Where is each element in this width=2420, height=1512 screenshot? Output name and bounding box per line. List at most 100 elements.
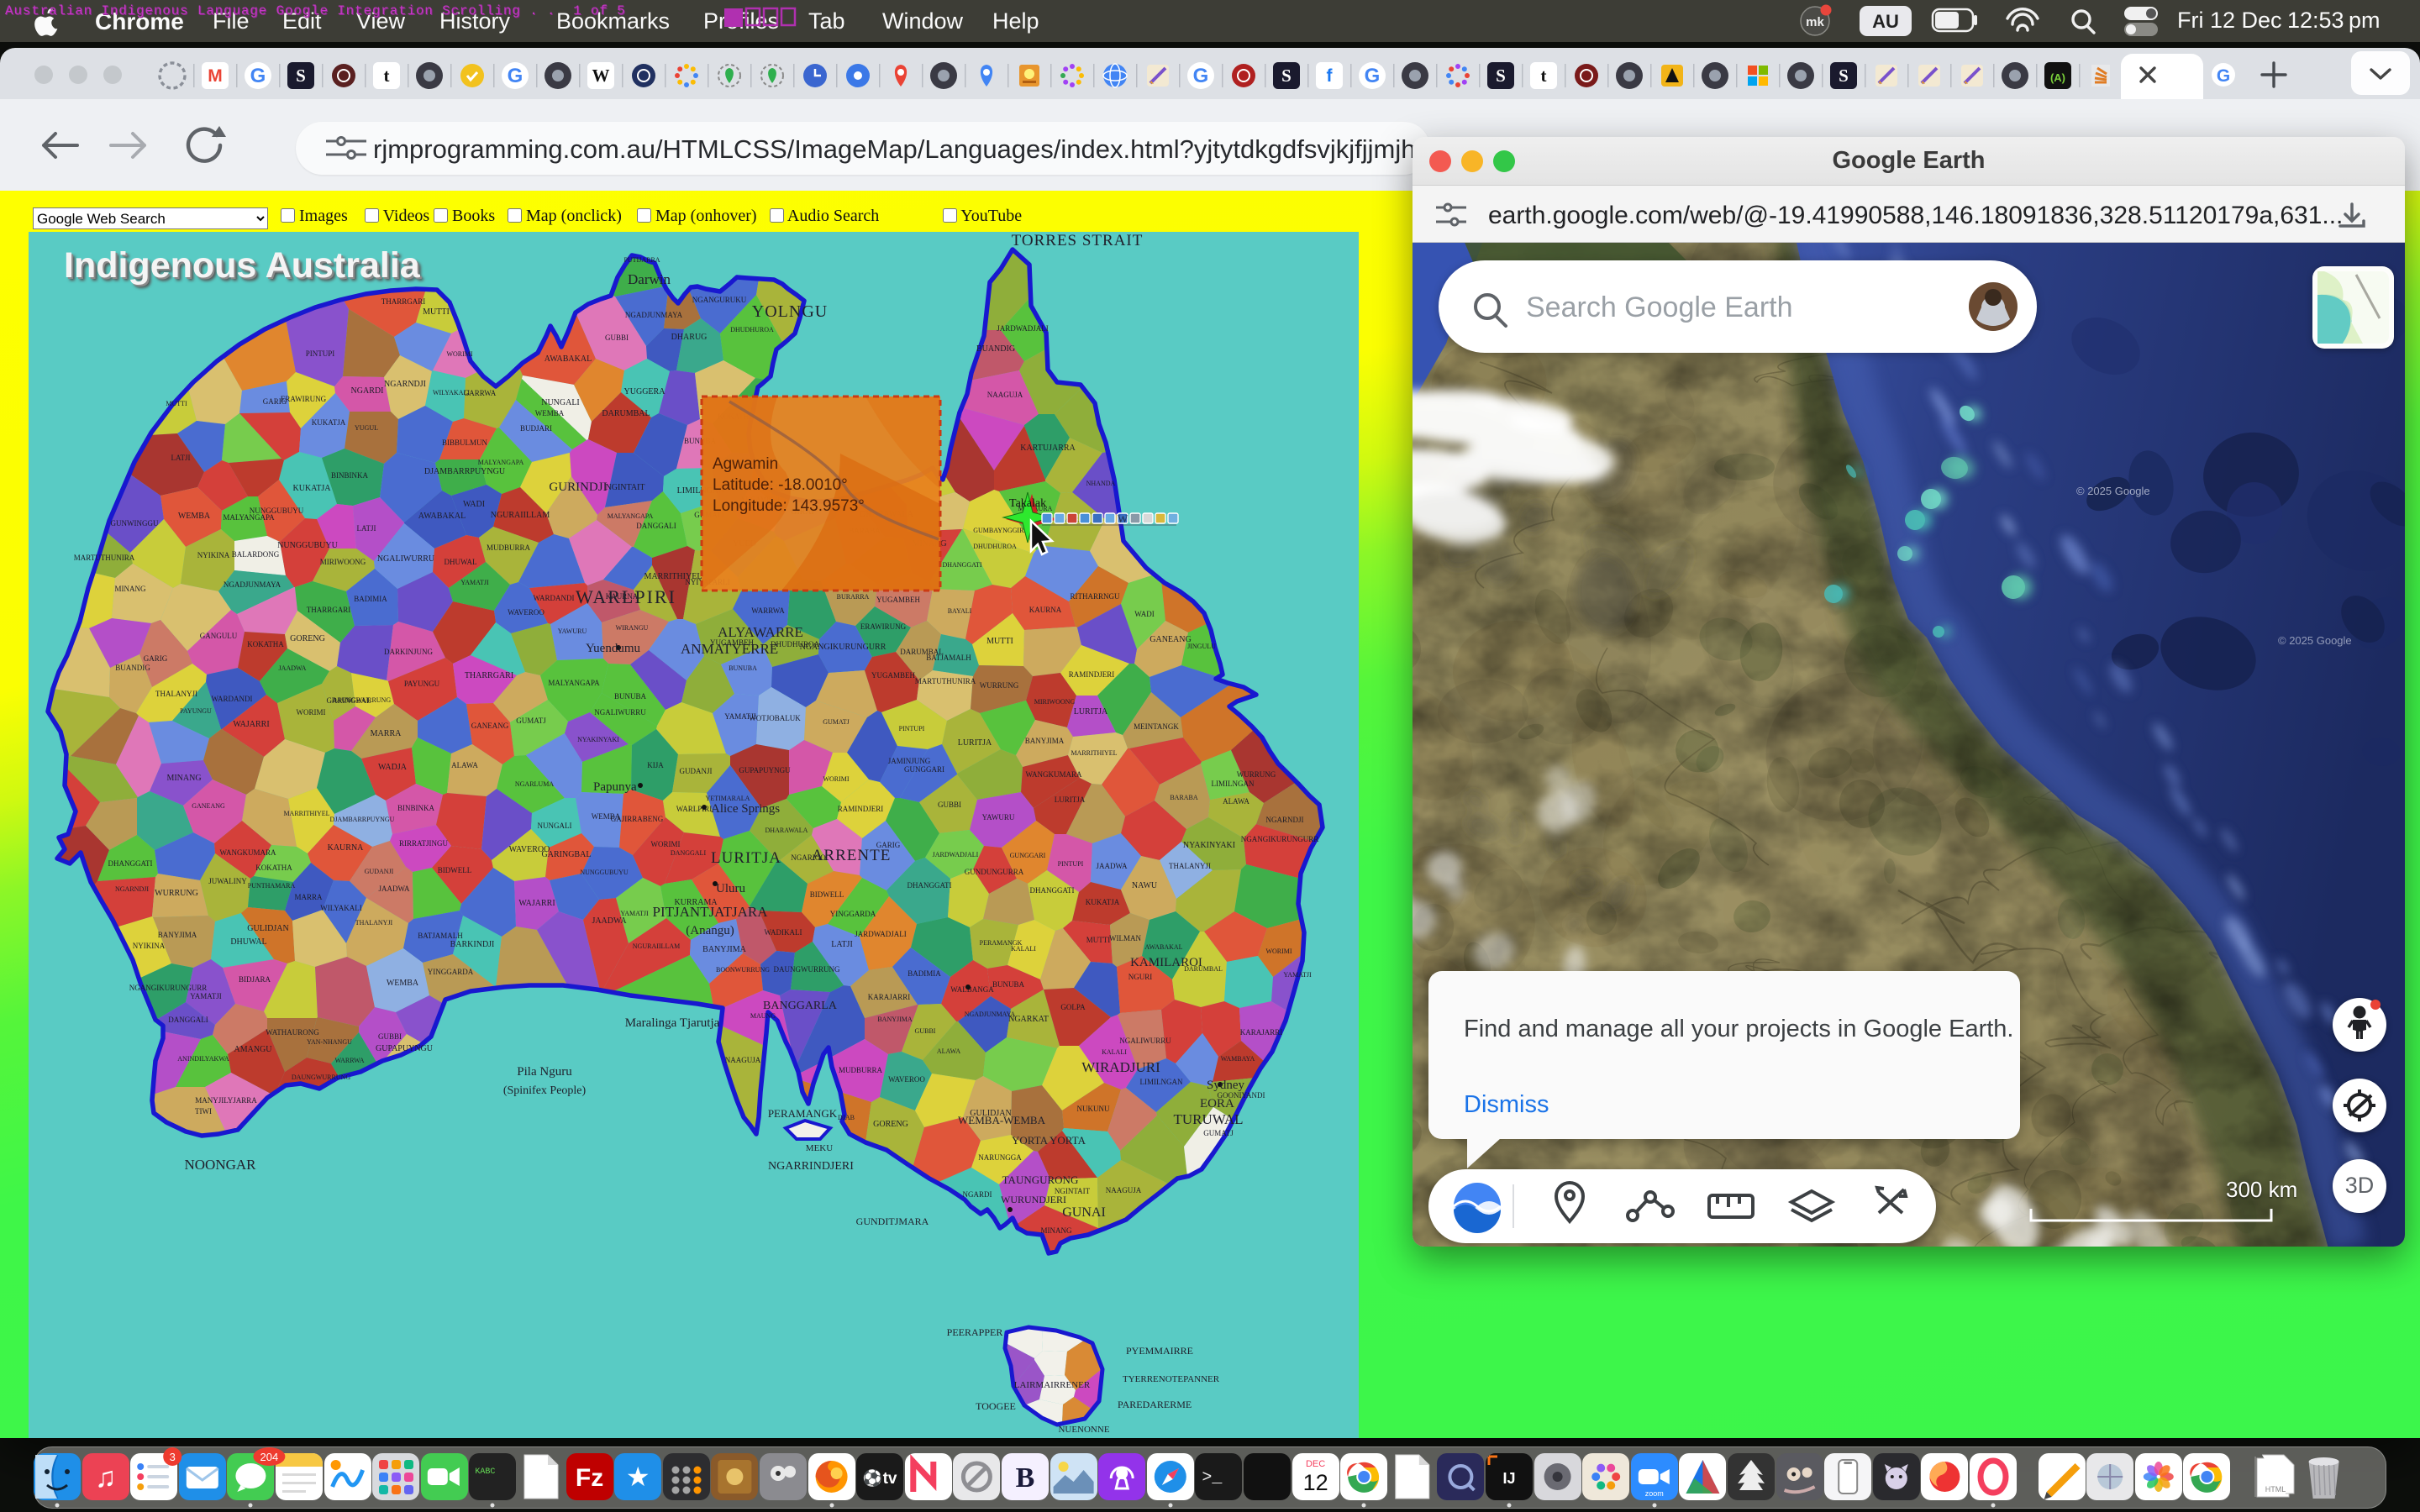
svg-text:Alice Springs: Alice Springs (711, 802, 780, 816)
svg-text:NGANGURUKU: NGANGURUKU (692, 296, 747, 304)
svg-text:TYERRENOTEPANNER: TYERRENOTEPANNER (1123, 1374, 1220, 1384)
svg-text:JARDWADJALI: JARDWADJALI (997, 324, 1049, 333)
svg-text:NGANGIKURUNGURR: NGANGIKURUNGURR (129, 984, 208, 992)
svg-text:GUPAPUYNGU: GUPAPUYNGU (739, 766, 791, 774)
svg-text:DANGGALI: DANGGALI (671, 849, 707, 857)
svg-text:BIBBULMUN: BIBBULMUN (442, 438, 488, 447)
svg-text:WORIMI: WORIMI (823, 775, 849, 783)
svg-text:YAWURU: YAWURU (558, 627, 587, 635)
svg-text:DANGGALI: DANGGALI (168, 1016, 208, 1024)
svg-text:MARTUTHUNIRA: MARTUTHUNIRA (74, 554, 135, 562)
svg-text:PUNTHAMARA: PUNTHAMARA (248, 882, 296, 890)
svg-text:LURITJA: LURITJA (958, 738, 992, 748)
svg-text:JARDWADJALI: JARDWADJALI (933, 851, 979, 858)
svg-text:300 km: 300 km (2226, 1177, 2297, 1202)
svg-text:KIJA: KIJA (647, 761, 664, 769)
svg-text:NGURAIILLAM: NGURAIILLAM (633, 942, 680, 950)
svg-text:NAAGUJA: NAAGUJA (725, 1056, 761, 1064)
svg-text:LURITJA: LURITJA (1055, 795, 1086, 804)
svg-text:JINGULU: JINGULU (1187, 643, 1216, 650)
svg-text:WAJARRI: WAJARRI (233, 720, 269, 729)
svg-text:MUTTI: MUTTI (166, 400, 187, 407)
svg-text:ARRENTE: ARRENTE (812, 847, 892, 864)
svg-text:WURUNDJERI: WURUNDJERI (1001, 1194, 1066, 1205)
svg-text:KALALI: KALALI (1102, 1048, 1127, 1056)
svg-text:© 2025 Google: © 2025 Google (2278, 634, 2352, 647)
svg-text:NAAGUJA: NAAGUJA (987, 391, 1023, 399)
svg-text:DHANGGATI: DHANGGATI (908, 881, 952, 890)
svg-text:BADIMIA: BADIMIA (908, 969, 941, 978)
svg-text:AU: AU (1872, 11, 1899, 32)
svg-text:BUNUBA: BUNUBA (729, 664, 757, 672)
svg-text:THARRGARI: THARRGARI (465, 671, 513, 680)
svg-text:DJAMBARRPUYNGU: DJAMBARRPUYNGU (330, 816, 395, 823)
svg-text:zoom: zoom (1645, 1489, 1664, 1498)
svg-text:W: W (592, 66, 610, 86)
svg-text:(Anangu): (Anangu) (686, 924, 734, 937)
svg-text:WILYAKALI: WILYAKALI (433, 389, 470, 396)
svg-text:MUTTI: MUTTI (986, 637, 1013, 646)
svg-text:MUTTI: MUTTI (1086, 936, 1111, 944)
svg-text:PINTUPI: PINTUPI (1058, 860, 1084, 868)
svg-text:YINGGARDA: YINGGARDA (830, 910, 876, 918)
svg-text:⚽tv: ⚽tv (862, 1468, 897, 1488)
svg-text:KARAJARRI: KARAJARRI (868, 993, 911, 1001)
svg-text:GUBBI: GUBBI (915, 1027, 936, 1035)
svg-text:GULIDJAN: GULIDJAN (247, 924, 288, 933)
svg-text:MINANG: MINANG (115, 585, 146, 593)
svg-text:NUKUNU: NUKUNU (1077, 1105, 1110, 1113)
svg-text:LURITJA: LURITJA (711, 849, 781, 867)
svg-text:YAMATJI: YAMATJI (460, 579, 489, 586)
svg-text:WAVEROO: WAVEROO (508, 608, 544, 617)
svg-text:GANEANG: GANEANG (471, 722, 509, 730)
svg-text:WURRUNG: WURRUNG (155, 889, 198, 898)
svg-text:NOONGAR: NOONGAR (185, 1157, 257, 1173)
svg-text:t: t (1541, 66, 1547, 86)
svg-text:GORENG: GORENG (290, 634, 325, 643)
svg-text:G: G (1193, 65, 1209, 87)
svg-text:MUTTI: MUTTI (423, 307, 450, 317)
svg-text:TURUWAL: TURUWAL (1173, 1111, 1243, 1127)
svg-text:MALYANGAPA: MALYANGAPA (478, 459, 524, 466)
svg-text:ALAWA: ALAWA (451, 761, 478, 769)
svg-text:BANYJIMA: BANYJIMA (158, 931, 197, 939)
svg-text:DAUNGWURRUNG: DAUNGWURRUNG (774, 965, 840, 974)
svg-text:Fz: Fz (576, 1464, 603, 1492)
svg-text:THALANYJI: THALANYJI (1169, 862, 1211, 870)
svg-text:PERAMANGK: PERAMANGK (980, 939, 1023, 947)
svg-text:Find and manage all your proje: Find and manage all your projects in Goo… (1464, 1016, 2013, 1042)
svg-text:NGARNDJI: NGARNDJI (115, 885, 149, 893)
svg-text:GUPAPUYNGU: GUPAPUYNGU (376, 1044, 434, 1053)
svg-text:PAYUNGU: PAYUNGU (180, 707, 212, 715)
svg-text:DHUWAL: DHUWAL (230, 937, 266, 947)
svg-text:DHARUG: DHARUG (671, 333, 708, 342)
svg-text:JAADWA: JAADWA (279, 664, 307, 672)
svg-text:THARRGARI: THARRGARI (381, 297, 426, 306)
svg-text:DHARAWALA: DHARAWALA (765, 827, 808, 834)
svg-text:S: S (1496, 66, 1506, 86)
svg-text:NUENONNE: NUENONNE (1058, 1425, 1109, 1435)
svg-text:ERAWIRUNG: ERAWIRUNG (860, 622, 907, 631)
svg-text:YUGAMBEH: YUGAMBEH (871, 671, 916, 680)
svg-text:WOTJOBALUK: WOTJOBALUK (749, 714, 801, 722)
svg-text:BADIMIA: BADIMIA (354, 595, 387, 603)
svg-text:BIDWELL: BIDWELL (810, 890, 844, 899)
svg-text:NGARLUMA: NGARLUMA (515, 780, 554, 788)
svg-text:ALAWA: ALAWA (937, 1047, 960, 1055)
svg-text:GOLPA: GOLPA (1060, 1003, 1086, 1011)
svg-text:WARRWA: WARRWA (334, 1057, 364, 1064)
svg-text:WORIMI: WORIMI (651, 840, 681, 848)
svg-text:Search Google Earth: Search Google Earth (1526, 291, 1793, 323)
svg-text:NGINTAIT: NGINTAIT (606, 483, 645, 492)
svg-text:JUWALINY: JUWALINY (208, 877, 247, 885)
svg-text:GUMATJ: GUMATJ (823, 718, 850, 726)
svg-text:WEMBA: WEMBA (178, 512, 211, 521)
svg-text:GANGULU: GANGULU (200, 632, 238, 640)
svg-text:Agwamin: Agwamin (713, 455, 778, 473)
svg-text:WAVEROO: WAVEROO (509, 845, 550, 854)
svg-text:WADI: WADI (463, 500, 485, 509)
svg-text:WAJARRI: WAJARRI (518, 899, 555, 908)
svg-text:NGANGIKURUNGURR: NGANGIKURUNGURR (1241, 835, 1319, 843)
svg-text:DHUDHUROA: DHUDHUROA (730, 326, 774, 333)
svg-text:YAMATJI: YAMATJI (190, 992, 222, 1000)
